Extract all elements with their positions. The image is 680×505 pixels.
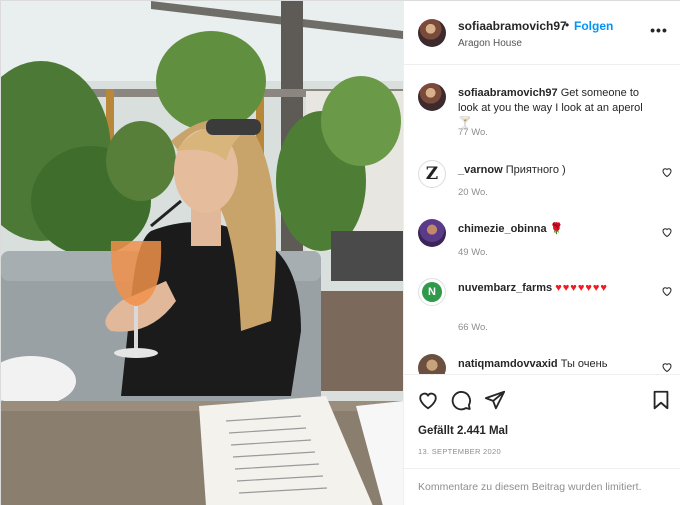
- location-link[interactable]: Aragon House: [458, 38, 522, 49]
- comment-like-heart-icon[interactable]: [661, 361, 673, 373]
- caption-avatar[interactable]: [418, 83, 446, 111]
- comment-body: 🌹: [549, 223, 564, 235]
- share-icon[interactable]: [484, 389, 506, 411]
- post-header: sofiaabramovich97 • Folgen Aragon House …: [404, 1, 680, 65]
- comment-like-heart-icon[interactable]: [661, 166, 673, 178]
- post-side-panel: sofiaabramovich97 • Folgen Aragon House …: [403, 1, 680, 505]
- more-options-icon[interactable]: •••: [650, 21, 668, 39]
- likes-count[interactable]: Gefällt 2.441 Mal: [418, 425, 508, 437]
- post-date[interactable]: 13. SEPTEMBER 2020: [418, 447, 501, 456]
- caption-time[interactable]: 77 Wo.: [458, 127, 488, 138]
- comments-limited-notice: Kommentare zu diesem Beitrag wurden limi…: [404, 468, 680, 505]
- comment-body: Ты очень: [560, 358, 608, 370]
- bookmark-icon[interactable]: [650, 389, 672, 411]
- comment-text: natiqmamdovvaxid Ты очень: [458, 357, 654, 372]
- commenter-avatar[interactable]: N: [418, 278, 446, 306]
- comment-time[interactable]: 49 Wo.: [458, 247, 488, 258]
- post-photo[interactable]: [1, 1, 403, 505]
- comment-icon[interactable]: [450, 389, 472, 411]
- comment-username[interactable]: nuvembarz_farms: [458, 282, 552, 294]
- author-username[interactable]: sofiaabramovich97: [458, 19, 567, 33]
- comment-username[interactable]: _varnow: [458, 164, 503, 176]
- commenter-avatar[interactable]: [418, 354, 446, 374]
- comment-body: Приятного ): [505, 164, 566, 176]
- comment-username[interactable]: natiqmamdovvaxid: [458, 358, 558, 370]
- post-actions: Gefällt 2.441 Mal 13. SEPTEMBER 2020 Kom…: [404, 374, 680, 505]
- instagram-post: sofiaabramovich97 • Folgen Aragon House …: [0, 0, 680, 505]
- comment-text: nuvembarz_farms ♥♥♥♥♥♥♥: [458, 281, 654, 296]
- header-separator: •: [565, 18, 570, 32]
- comment-time[interactable]: 20 Wo.: [458, 187, 488, 198]
- heart-icon[interactable]: [417, 389, 439, 411]
- photo-illustration: [1, 1, 403, 505]
- comment-username[interactable]: chimezie_obinna: [458, 223, 547, 235]
- caption-text: sofiaabramovich97 Get someone to look at…: [458, 86, 654, 131]
- commenter-avatar[interactable]: Z: [418, 160, 446, 188]
- comment-time[interactable]: 66 Wo.: [458, 322, 488, 333]
- comments-list[interactable]: sofiaabramovich97 Get someone to look at…: [404, 66, 680, 374]
- comment-text: _varnow Приятного ): [458, 163, 654, 178]
- commenter-avatar[interactable]: [418, 219, 446, 247]
- caption-username[interactable]: sofiaabramovich97: [458, 87, 558, 99]
- comment-text: chimezie_obinna 🌹: [458, 222, 654, 237]
- comment-body: ♥♥♥♥♥♥♥: [555, 282, 608, 294]
- comment-like-heart-icon[interactable]: [661, 226, 673, 238]
- author-avatar[interactable]: [418, 19, 446, 47]
- comment-like-heart-icon[interactable]: [661, 285, 673, 297]
- follow-button[interactable]: Folgen: [574, 19, 613, 33]
- comments-limited-text: Kommentare zu diesem Beitrag wurden limi…: [418, 481, 642, 493]
